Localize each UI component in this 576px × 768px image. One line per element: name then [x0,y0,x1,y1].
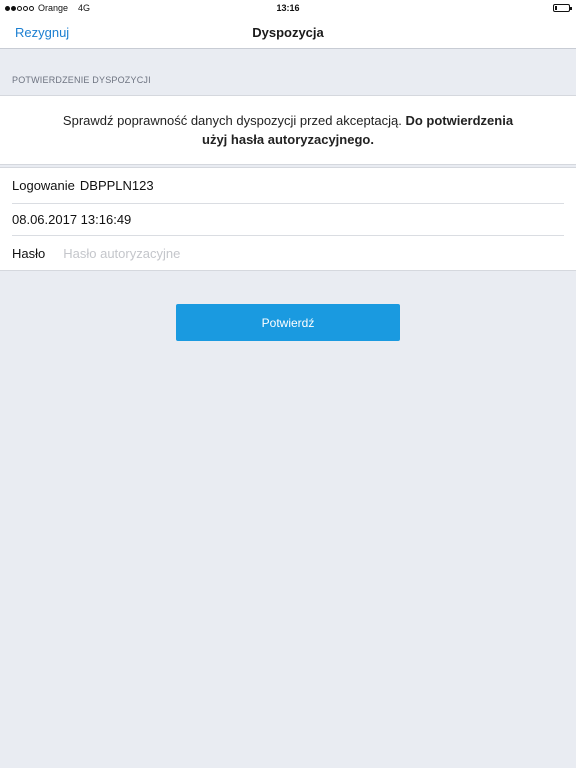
password-label: Hasło [12,246,46,261]
datetime-row: 08.06.2017 13:16:49 [12,204,564,236]
confirm-button[interactable]: Potwierdź [176,304,400,341]
info-text: Sprawdź poprawność danych dyspozycji prz… [60,111,516,149]
datetime-value: 08.06.2017 13:16:49 [12,212,132,227]
login-label: Logowanie [12,178,75,193]
status-time: 13:16 [276,3,300,13]
password-row[interactable]: Hasło [12,236,564,271]
battery-icon [553,4,572,12]
section-header: POTWIERDZENIE DYSPOZYCJI [12,75,151,85]
info-text-normal: Sprawdź poprawność danych dyspozycji prz… [62,113,402,128]
info-message: Sprawdź poprawność danych dyspozycji prz… [0,95,576,165]
navigation-bar: Rezygnuj Dyspozycja [0,16,576,49]
login-row: Logowanie DBPPLN123 [12,168,564,204]
battery-level [555,6,557,10]
password-input[interactable] [63,246,364,261]
login-value: DBPPLN123 [79,178,154,193]
page-title: Dyspozycja [252,25,324,40]
confirmation-form: Logowanie DBPPLN123 08.06.2017 13:16:49 … [0,167,576,271]
status-bar: Orange 4G 13:16 [0,0,576,16]
